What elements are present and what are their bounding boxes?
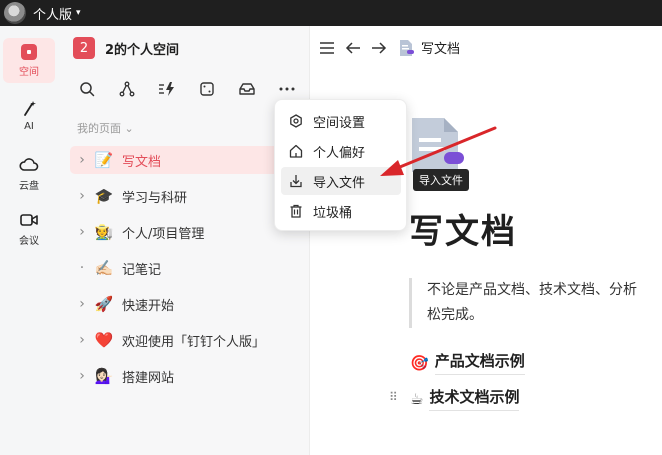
more-icon	[279, 87, 295, 91]
more-menu: 空间设置 个人偏好 导入文件 垃圾桶	[274, 99, 407, 231]
chevron-right-icon[interactable]: ›	[72, 368, 92, 384]
chevron-right-icon[interactable]: ›	[72, 332, 92, 348]
section-my-pages[interactable]: 我的页面 ⌄	[77, 120, 134, 136]
home-icon	[289, 144, 305, 158]
page-tree: › 📝 写文档 › 🎓 学习与科研 › 🧑‍🌾 个人/项目管理 · ✍🏻 记笔记…	[70, 146, 308, 398]
nav-label: 会议	[19, 236, 39, 247]
breadcrumb: 写文档	[319, 38, 460, 57]
inbox-icon	[239, 83, 255, 95]
ai-wand-icon	[24, 101, 36, 116]
quote-line: 松完成。	[427, 307, 483, 323]
canvas-button[interactable]	[196, 78, 218, 100]
tree-item-label: 快速开始	[122, 298, 175, 314]
coffee-icon: ☕	[410, 389, 424, 408]
target-icon: 🎯	[410, 353, 429, 372]
chevron-right-icon[interactable]: ›	[72, 296, 92, 312]
document-icon	[397, 39, 415, 57]
page-emoji-icon: 📝	[94, 151, 114, 169]
tree-item-label: 记笔记	[122, 262, 162, 278]
tree-item[interactable]: › 🧑‍🌾 个人/项目管理	[70, 218, 308, 246]
tooltip: 导入文件	[413, 169, 469, 191]
tree-item-label: 写文档	[122, 154, 162, 170]
tree-item[interactable]: · ✍🏻 记笔记	[70, 254, 308, 282]
workspace-title[interactable]: 个人版	[33, 4, 72, 23]
tree-item[interactable]: › 🚀 快速开始	[70, 290, 308, 318]
heading-text: 技术文档示例	[429, 386, 520, 411]
square-icon	[200, 82, 214, 96]
forward-arrow-icon[interactable]	[371, 41, 387, 55]
breadcrumb-current[interactable]: 写文档	[421, 38, 460, 57]
menu-item-trash[interactable]: 垃圾桶	[281, 197, 401, 225]
menu-item-import-file[interactable]: 导入文件	[281, 167, 401, 195]
settings-icon	[289, 114, 305, 128]
heading-text: 产品文档示例	[434, 350, 525, 375]
import-icon	[289, 174, 305, 188]
more-button[interactable]	[276, 78, 298, 100]
quick-action-button[interactable]	[156, 78, 178, 100]
left-nav: 空间 AI 云盘 会议	[0, 26, 60, 455]
tree-item-label: 搭建网站	[122, 370, 175, 386]
space-icon	[21, 44, 37, 60]
space-name: 2的个人空间	[105, 42, 180, 58]
page-emoji-icon: 🚀	[94, 295, 114, 313]
tree-item-label: 个人/项目管理	[122, 226, 205, 242]
tree-item[interactable]: › 🎓 学习与科研	[70, 182, 308, 210]
nav-label: 空间	[19, 67, 39, 78]
tree-item-label: 欢迎使用「钉钉个人版」	[122, 334, 266, 350]
nav-item-space[interactable]: 空间	[3, 38, 55, 83]
sidebar-toolbar	[76, 78, 308, 102]
menu-icon[interactable]	[319, 41, 335, 55]
page-emoji-icon: ❤️	[94, 331, 114, 349]
sidebar: 2 2的个人空间	[60, 26, 310, 455]
quote-block[interactable]: 不论是产品文档、技术文档、分析 松完成。	[409, 278, 662, 328]
search-icon	[80, 82, 95, 97]
menu-item-label: 导入文件	[313, 175, 366, 191]
space-badge: 2	[73, 37, 95, 59]
quote-line: 不论是产品文档、技术文档、分析	[427, 282, 637, 298]
flash-icon	[159, 82, 174, 96]
trash-icon	[289, 204, 305, 218]
chevron-right-icon[interactable]: ›	[72, 224, 92, 240]
avatar[interactable]	[4, 2, 26, 24]
nav-label: 云盘	[19, 181, 39, 192]
title-bar: 个人版 ▾	[0, 0, 662, 26]
search-button[interactable]	[76, 78, 98, 100]
drag-handle-icon[interactable]: ⠿	[389, 390, 398, 404]
cloud-icon	[19, 158, 39, 171]
menu-item-label: 个人偏好	[313, 145, 366, 161]
document-cover-icon	[412, 118, 464, 172]
heading-link[interactable]: 🎯 产品文档示例	[410, 350, 525, 375]
chevron-down-icon: ⌄	[124, 122, 134, 135]
page-emoji-icon: 🎓	[94, 187, 114, 205]
video-icon	[20, 214, 38, 226]
chevron-right-icon[interactable]: ›	[72, 188, 92, 204]
page-emoji-icon: 🧑‍🌾	[94, 223, 114, 241]
menu-item-preferences[interactable]: 个人偏好	[281, 137, 401, 165]
tree-item[interactable]: › ❤️ 欢迎使用「钉钉个人版」	[70, 326, 308, 354]
space-header[interactable]: 2 2的个人空间	[73, 37, 179, 59]
tree-item[interactable]: › 📝 写文档	[70, 146, 308, 174]
document-area: 写文档 导入文件 写文档 不论是产品文档、技术文档、分析 松完成。 🎯 产品文档…	[311, 26, 662, 455]
nav-item-meeting[interactable]: 会议	[3, 211, 55, 247]
section-title: 我的页面	[77, 122, 121, 135]
menu-item-label: 空间设置	[313, 115, 366, 131]
nav-item-cloud[interactable]: 云盘	[3, 156, 55, 192]
nav-label: AI	[24, 121, 34, 132]
back-arrow-icon[interactable]	[345, 41, 361, 55]
menu-item-space-settings[interactable]: 空间设置	[281, 107, 401, 135]
graph-icon	[119, 81, 135, 97]
menu-item-label: 垃圾桶	[313, 205, 353, 221]
nav-item-ai[interactable]: AI	[3, 100, 55, 132]
bullet-icon: ·	[79, 260, 85, 276]
document-title[interactable]: 写文档	[409, 204, 517, 253]
tree-item[interactable]: › 💁🏻‍♀️ 搭建网站	[70, 362, 308, 390]
tree-item-label: 学习与科研	[122, 190, 188, 206]
heading-link[interactable]: ☕ 技术文档示例	[410, 386, 520, 411]
page-emoji-icon: 💁🏻‍♀️	[94, 367, 114, 385]
chevron-down-icon[interactable]: ▾	[76, 8, 81, 18]
page-emoji-icon: ✍🏻	[94, 259, 114, 277]
chevron-right-icon[interactable]: ›	[72, 152, 92, 168]
graph-button[interactable]	[116, 78, 138, 100]
inbox-button[interactable]	[236, 78, 258, 100]
